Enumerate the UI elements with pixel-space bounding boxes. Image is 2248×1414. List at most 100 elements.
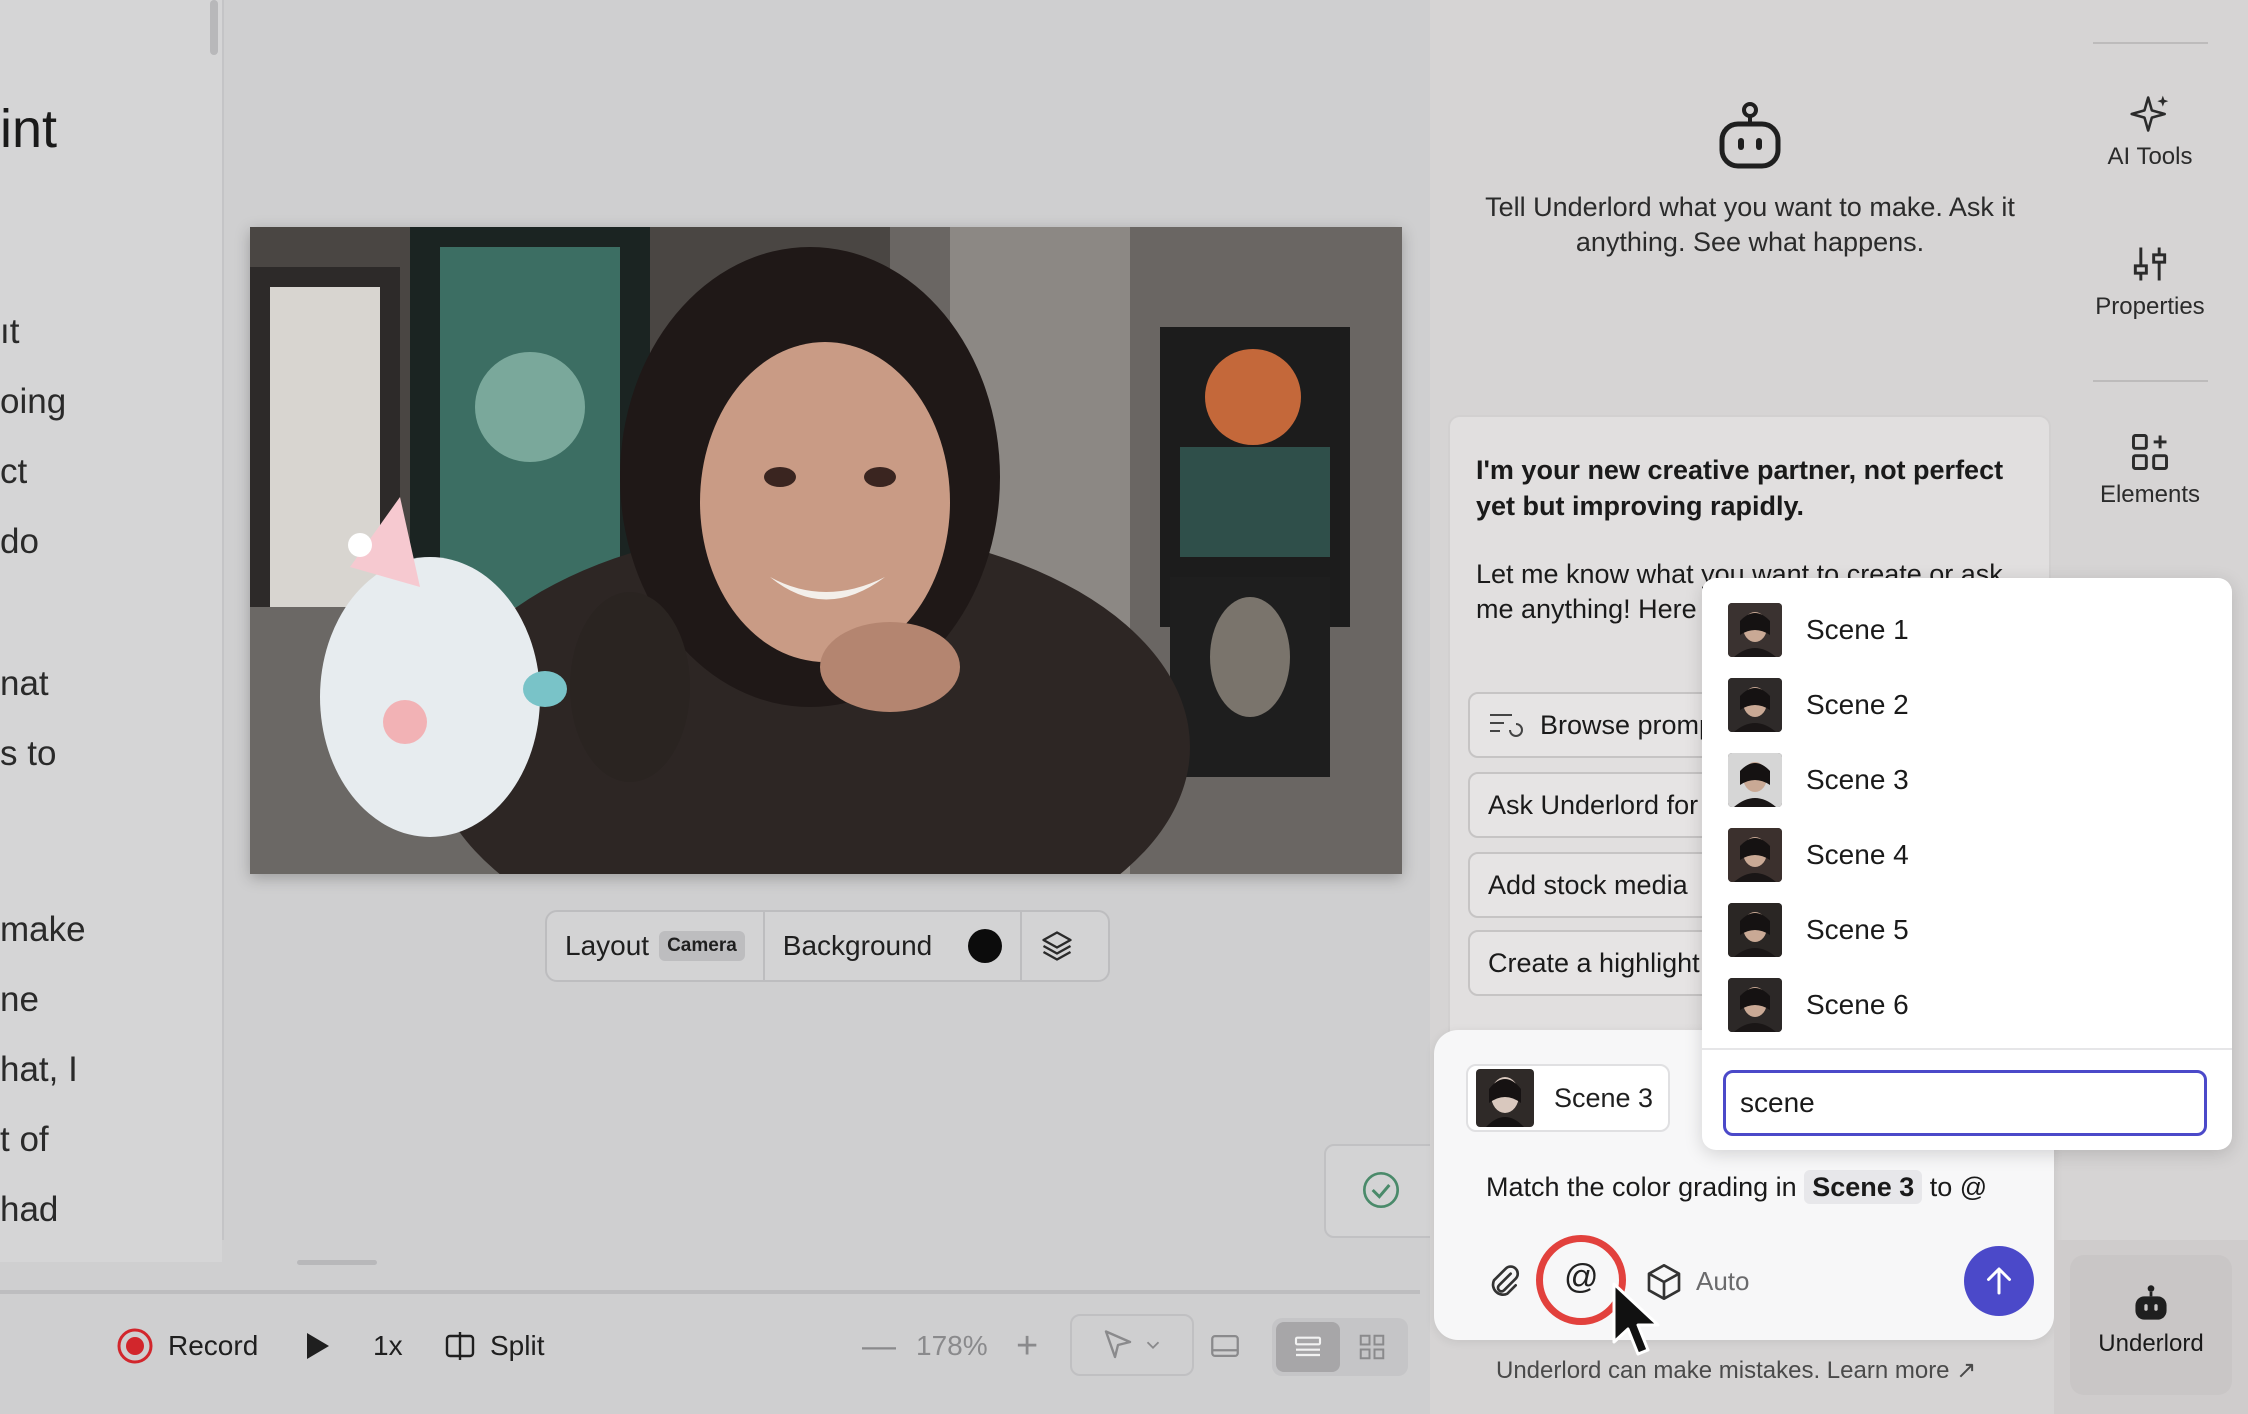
mouse-cursor-icon xyxy=(1612,1282,1660,1356)
prompt-list-icon xyxy=(1490,714,1523,737)
scene-option-label: Scene 6 xyxy=(1806,989,1909,1020)
zoom-out-button[interactable]: — xyxy=(862,1318,896,1374)
layers-button[interactable] xyxy=(1022,912,1092,980)
scene-option-label: Scene 5 xyxy=(1806,914,1909,945)
cursor-arrow-icon xyxy=(1104,1330,1132,1359)
ai-tools-label: AI Tools xyxy=(2107,143,2193,170)
properties-label: Properties xyxy=(2095,293,2205,320)
scene-option[interactable]: Scene 3 xyxy=(1728,752,1909,808)
zoom-in-button[interactable]: + xyxy=(1016,1318,1038,1374)
playback-speed-button[interactable]: 1x xyxy=(373,1318,403,1374)
elements-label: Elements xyxy=(2099,481,2201,508)
layout-button[interactable]: Layout Camera xyxy=(547,912,765,980)
sparkle-icon xyxy=(2130,95,2169,132)
scene-option-label: Scene 1 xyxy=(1806,614,1909,645)
assistant-message-title: I'm your new creative partner, not perfe… xyxy=(1476,455,2004,521)
scene-thumbnail xyxy=(1728,978,1782,1032)
scene-option[interactable]: Scene 4 xyxy=(1728,827,1909,883)
attached-scene-label: Scene 3 xyxy=(1554,1082,1654,1113)
play-button[interactable] xyxy=(302,1318,332,1374)
timeline-divider xyxy=(0,1290,1420,1294)
background-label: Background xyxy=(782,930,933,961)
script-heading: int xyxy=(0,99,58,159)
captions-view-button[interactable] xyxy=(1208,1318,1242,1374)
scene-option-label: Scene 2 xyxy=(1806,689,1909,720)
layers-icon xyxy=(1042,931,1072,961)
script-line[interactable]: t of xyxy=(0,1120,49,1160)
chevron-down-icon xyxy=(1146,1341,1160,1350)
dropdown-separator xyxy=(1702,1048,2232,1050)
message-input[interactable]: Match the color grading in Scene 3 to @ xyxy=(1486,1170,1988,1204)
scene-option[interactable]: Scene 5 xyxy=(1728,902,1909,958)
background-button[interactable]: Background xyxy=(765,912,1023,980)
ai-tools-tab[interactable]: AI Tools xyxy=(2070,92,2230,171)
script-line[interactable]: ıt xyxy=(0,312,19,352)
background-color-swatch xyxy=(968,929,1003,963)
robot-icon xyxy=(2135,1285,2167,1320)
properties-tab[interactable]: Properties xyxy=(2070,242,2230,321)
scene-option[interactable]: Scene 6 xyxy=(1728,977,1909,1033)
scene-option[interactable]: Scene 2 xyxy=(1728,677,1909,733)
script-line[interactable]: nat xyxy=(0,664,49,704)
model-selector[interactable]: Auto xyxy=(1696,1266,1750,1297)
split-label: Split xyxy=(490,1330,545,1361)
rail-divider xyxy=(2093,380,2208,382)
scene-thumbnail xyxy=(1728,603,1782,657)
list-view-button[interactable] xyxy=(1276,1322,1340,1372)
elements-tab[interactable]: Elements xyxy=(2070,430,2230,509)
pointer-tool-dropdown[interactable] xyxy=(1070,1314,1194,1376)
record-button[interactable]: Record xyxy=(116,1318,258,1374)
scene-option[interactable]: Scene 1 xyxy=(1728,602,1909,658)
split-button[interactable]: Split xyxy=(444,1318,544,1374)
scene-option-label: Scene 4 xyxy=(1806,839,1909,870)
zoom-level: 178% xyxy=(916,1330,988,1361)
script-line[interactable]: had xyxy=(0,1190,58,1230)
script-line[interactable]: ne xyxy=(0,980,39,1020)
script-panel: int ıt oing ct do nat s to make ne hat, … xyxy=(0,0,222,1262)
resize-handle[interactable] xyxy=(297,1260,377,1265)
scene-thumbnail xyxy=(1728,753,1782,807)
send-button[interactable] xyxy=(1964,1246,2034,1316)
list-view-icon xyxy=(1294,1336,1322,1357)
scene-thumbnail xyxy=(1728,903,1782,957)
paperclip-icon[interactable] xyxy=(1484,1262,1524,1302)
script-line[interactable]: hat, I xyxy=(0,1050,78,1090)
elements-icon xyxy=(2132,434,2168,470)
arrow-up-icon xyxy=(1987,1267,2011,1295)
scene-thumbnail xyxy=(1728,828,1782,882)
underlord-tab[interactable] xyxy=(2070,1255,2232,1395)
record-icon xyxy=(117,1328,153,1364)
captions-icon xyxy=(1211,1334,1239,1358)
underlord-intro: Tell Underlord what you want to make. As… xyxy=(1485,192,2015,257)
split-icon xyxy=(445,1332,475,1360)
record-label: Record xyxy=(168,1330,259,1361)
script-line[interactable]: make xyxy=(0,910,86,950)
mention-at-button[interactable]: @ xyxy=(1564,1258,1599,1297)
layout-label: Layout xyxy=(565,930,650,961)
script-line[interactable]: s to xyxy=(0,734,56,774)
scene-layout-toolbar: Layout Camera Background xyxy=(545,910,1110,982)
disclaimer-text[interactable]: Underlord can make mistakes. Learn more … xyxy=(1496,1356,1976,1385)
attached-scene-chip[interactable]: Scene 3 xyxy=(1466,1064,1670,1132)
view-toggle xyxy=(1272,1318,1408,1376)
play-icon xyxy=(307,1333,329,1359)
scene-search-input[interactable] xyxy=(1723,1070,2207,1136)
script-line[interactable]: do xyxy=(0,522,39,562)
scene-thumbnail xyxy=(1476,1069,1534,1127)
underlord-tab-label: Underlord xyxy=(2098,1330,2204,1357)
scene-option-label: Scene 3 xyxy=(1806,764,1909,795)
script-scrollbar[interactable] xyxy=(210,0,218,55)
video-frame-image xyxy=(250,227,1402,874)
message-prefix: Match the color grading in xyxy=(1486,1172,1797,1202)
message-suffix: to @ xyxy=(1929,1172,1988,1202)
video-preview[interactable] xyxy=(250,227,1402,874)
status-toast xyxy=(1324,1144,1438,1238)
robot-icon xyxy=(1719,102,1781,169)
scene-mention-tag[interactable]: Scene 3 xyxy=(1804,1170,1923,1204)
script-line[interactable]: ct xyxy=(0,452,27,492)
check-circle-icon xyxy=(1363,1172,1399,1208)
rail-divider xyxy=(2093,42,2208,44)
script-line[interactable]: oing xyxy=(0,382,66,422)
grid-view-icon xyxy=(1359,1334,1385,1360)
grid-view-button[interactable] xyxy=(1340,1322,1404,1372)
